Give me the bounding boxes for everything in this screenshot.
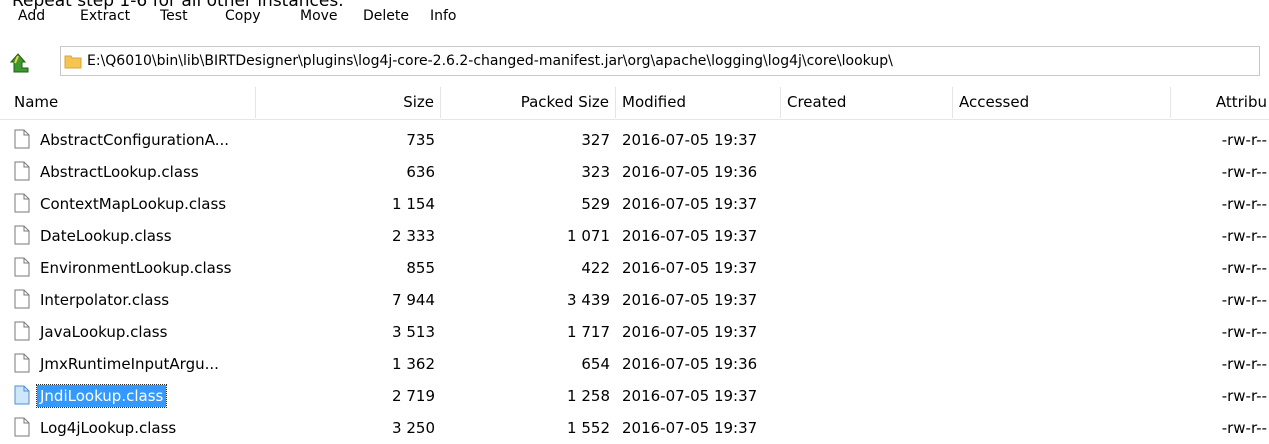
file-modified: 2016-07-05 19:37 [622,387,758,405]
file-modified: 2016-07-05 19:37 [622,131,758,149]
file-icon [14,161,30,181]
file-size: 1 154 [392,195,435,213]
file-name: JndiLookup.class [35,384,168,408]
column-header-attributes[interactable]: Attribu [1171,87,1269,118]
file-packed-size: 1 258 [567,387,610,405]
file-size: 855 [406,259,435,277]
file-icon [14,417,30,437]
folder-icon [64,53,82,69]
file-attributes: -rw-r-- [1221,195,1267,213]
file-modified: 2016-07-05 19:37 [622,291,758,309]
file-name: AbstractConfigurationA... [40,131,229,149]
file-name: JmxRuntimeInputArgu... [40,355,219,373]
address-row: E:\Q6010\bin\lib\BIRTDesigner\plugins\lo… [0,46,1269,80]
file-packed-size: 422 [581,259,610,277]
address-path: E:\Q6010\bin\lib\BIRTDesigner\plugins\lo… [87,53,893,69]
file-icon [14,225,30,245]
file-attributes: -rw-r-- [1221,131,1267,149]
file-attributes: -rw-r-- [1221,227,1267,245]
file-packed-size: 1 552 [567,419,610,437]
column-header-row: Name Size Packed Size Modified Created A… [0,87,1269,120]
file-modified: 2016-07-05 19:36 [622,355,758,373]
file-row[interactable]: EnvironmentLookup.class 855 422 2016-07-… [0,252,1269,284]
column-header-created[interactable]: Created [781,87,953,118]
file-attributes: -rw-r-- [1221,419,1267,437]
column-header-name[interactable]: Name [8,87,256,118]
file-icon [14,321,30,341]
copy-button[interactable]: Copy [225,8,261,24]
file-size: 735 [406,131,435,149]
file-size: 3 250 [392,419,435,437]
file-icon [14,385,30,405]
up-folder-icon[interactable] [8,52,32,74]
file-icon [14,257,30,277]
column-header-size[interactable]: Size [256,87,441,118]
column-header-modified[interactable]: Modified [616,87,781,118]
delete-button[interactable]: Delete [363,8,409,24]
file-icon [14,193,30,213]
column-header-packed-size[interactable]: Packed Size [441,87,616,118]
test-button[interactable]: Test [160,8,188,24]
file-attributes: -rw-r-- [1221,355,1267,373]
column-header-accessed[interactable]: Accessed [953,87,1171,118]
file-size: 1 362 [392,355,435,373]
file-size: 2 719 [392,387,435,405]
file-packed-size: 327 [581,131,610,149]
file-attributes: -rw-r-- [1221,291,1267,309]
file-name: JavaLookup.class [40,323,168,341]
file-row[interactable]: ContextMapLookup.class 1 154 529 2016-07… [0,188,1269,220]
file-name: ContextMapLookup.class [40,195,227,213]
file-attributes: -rw-r-- [1221,163,1267,181]
file-row[interactable]: DateLookup.class 2 333 1 071 2016-07-05 … [0,220,1269,252]
file-icon [14,353,30,373]
file-icon [14,129,30,149]
file-packed-size: 1 717 [567,323,610,341]
file-row[interactable]: AbstractConfigurationA... 735 327 2016-0… [0,124,1269,156]
file-icon [14,289,30,309]
file-modified: 2016-07-05 19:37 [622,259,758,277]
file-row[interactable]: JmxRuntimeInputArgu... 1 362 654 2016-07… [0,348,1269,380]
file-row[interactable]: AbstractLookup.class 636 323 2016-07-05 … [0,156,1269,188]
file-size: 636 [406,163,435,181]
file-name: EnvironmentLookup.class [40,259,232,277]
file-size: 3 513 [392,323,435,341]
file-row[interactable]: Interpolator.class 7 944 3 439 2016-07-0… [0,284,1269,316]
file-packed-size: 3 439 [567,291,610,309]
file-attributes: -rw-r-- [1221,323,1267,341]
file-packed-size: 1 071 [567,227,610,245]
move-button[interactable]: Move [300,8,338,24]
info-button[interactable]: Info [430,8,457,24]
address-bar[interactable]: E:\Q6010\bin\lib\BIRTDesigner\plugins\lo… [60,46,1260,76]
toolbar: Add Extract Test Copy Move Delete Info [0,0,1269,32]
file-name: Log4jLookup.class [40,419,177,437]
file-name: DateLookup.class [40,227,172,245]
extract-button[interactable]: Extract [80,8,130,24]
file-attributes: -rw-r-- [1221,387,1267,405]
file-modified: 2016-07-05 19:37 [622,323,758,341]
file-modified: 2016-07-05 19:37 [622,227,758,245]
add-button[interactable]: Add [18,8,45,24]
file-modified: 2016-07-05 19:37 [622,419,758,437]
file-modified: 2016-07-05 19:36 [622,163,758,181]
file-row[interactable]: Log4jLookup.class 3 250 1 552 2016-07-05… [0,412,1269,444]
file-modified: 2016-07-05 19:37 [622,195,758,213]
file-attributes: -rw-r-- [1221,259,1267,277]
file-size: 2 333 [392,227,435,245]
file-packed-size: 323 [581,163,610,181]
file-name: AbstractLookup.class [40,163,199,181]
file-row[interactable]: JavaLookup.class 3 513 1 717 2016-07-05 … [0,316,1269,348]
file-packed-size: 654 [581,355,610,373]
file-name: Interpolator.class [40,291,170,309]
file-packed-size: 529 [581,195,610,213]
file-size: 7 944 [392,291,435,309]
file-row-selected[interactable]: JndiLookup.class 2 719 1 258 2016-07-05 … [0,380,1269,412]
